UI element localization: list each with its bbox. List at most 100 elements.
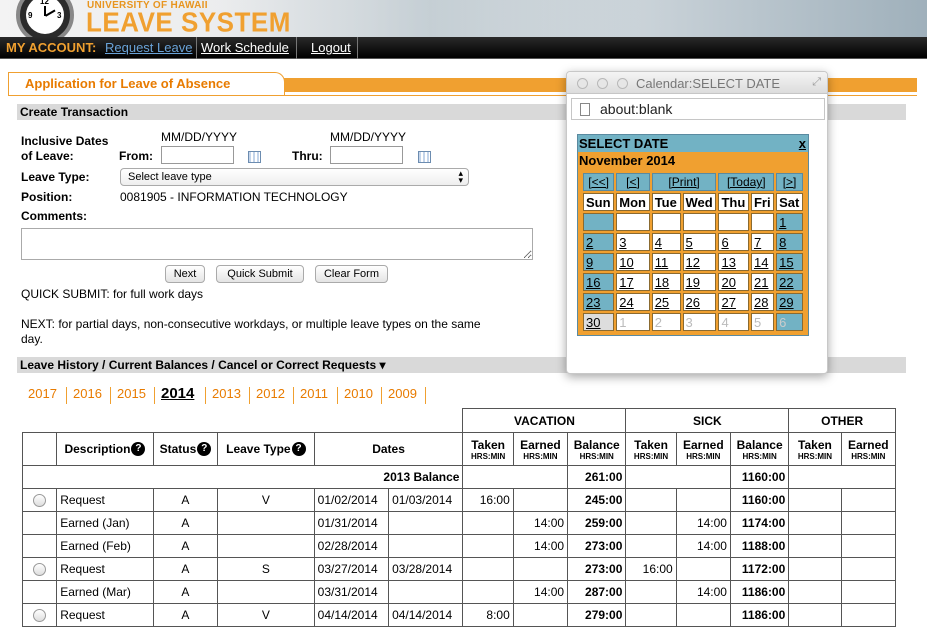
calendar-day[interactable]: 21 <box>750 273 775 291</box>
year-tab-2013[interactable]: 2013 <box>212 386 241 401</box>
clear-form-button[interactable]: Clear Form <box>315 265 388 283</box>
prev-month-link[interactable]: [<] <box>626 175 640 189</box>
from-date-input[interactable] <box>161 146 234 164</box>
calendar-day[interactable]: 9 <box>583 253 615 271</box>
calendar-header: SELECT DATE x <box>578 135 808 152</box>
expand-icon[interactable]: ⤢ <box>812 76 821 89</box>
table-row: Request A S 03/27/2014 03/28/2014 273:00 16:00… <box>21 557 897 581</box>
row-status: A <box>152 534 219 558</box>
thru-calendar-icon[interactable] <box>418 151 431 163</box>
calendar-day[interactable]: 1 <box>776 213 803 231</box>
prior-balance-row: 2013 Balance 261:00 1160:00 <box>21 465 896 489</box>
year-tab-2012[interactable]: 2012 <box>256 386 285 401</box>
calendar-day[interactable]: 3 <box>616 233 650 251</box>
calendar-day-other-month[interactable]: 5 <box>750 313 775 331</box>
row-leave-type: V <box>217 603 315 627</box>
calendar-day[interactable]: 23 <box>583 293 615 311</box>
next-button[interactable]: Next <box>165 265 205 283</box>
prev-year-link[interactable]: [<<] <box>588 175 609 189</box>
description-help-icon[interactable]: ? <box>131 442 146 457</box>
calendar-day[interactable]: 20 <box>718 273 749 291</box>
calendar-day[interactable]: 22 <box>776 273 803 291</box>
calendar-day[interactable]: 2 <box>583 233 615 251</box>
row-sb: 1188:00 <box>729 534 790 558</box>
year-tab-2014[interactable]: 2014 <box>161 385 194 402</box>
calendar-day-other-month[interactable]: 1 <box>616 313 650 331</box>
calendar-day[interactable]: 30 <box>583 313 615 331</box>
row-ve: 14:00 <box>512 534 569 558</box>
calendar-day[interactable]: 8 <box>776 233 803 251</box>
calendar-day[interactable]: 19 <box>682 273 717 291</box>
comments-textarea[interactable] <box>21 228 533 260</box>
quick-submit-button[interactable]: Quick Submit <box>216 265 304 283</box>
window-close-icon[interactable] <box>577 78 588 89</box>
calendar-day-other-month[interactable]: 3 <box>682 313 717 331</box>
position-label: Position: <box>21 190 73 204</box>
next-month-link[interactable]: [>] <box>783 175 797 189</box>
calendar-day[interactable]: 6 <box>718 233 749 251</box>
calendar-day-other-month[interactable]: 2 <box>651 313 681 331</box>
leave-type-help-icon[interactable]: ? <box>291 442 306 457</box>
status-help-icon[interactable]: ? <box>197 442 212 457</box>
calendar-day[interactable]: 18 <box>651 273 681 291</box>
calendar-day[interactable]: 5 <box>682 233 717 251</box>
select-request-radio[interactable] <box>33 563 47 577</box>
nav-logout[interactable]: Logout <box>311 40 351 55</box>
row-date-from: 03/31/2014 <box>313 580 390 604</box>
calendar-day[interactable]: 11 <box>651 253 681 271</box>
row-date-from: 03/27/2014 <box>313 557 390 581</box>
window-zoom-icon[interactable] <box>617 78 628 89</box>
vac-balance-header: Balance HRS:MIN <box>567 432 627 466</box>
popup-titlebar[interactable]: Calendar:SELECT DATE ⤢ <box>567 72 827 94</box>
calendar-day[interactable]: 26 <box>682 293 717 311</box>
row-date-from: 04/14/2014 <box>313 603 390 627</box>
calendar-close-link[interactable]: x <box>799 136 806 151</box>
nav-request-leave[interactable]: Request Leave <box>105 40 192 55</box>
sick-group-header: SICK <box>625 408 790 433</box>
select-request-radio[interactable] <box>33 609 47 623</box>
calendar-day[interactable]: 14 <box>750 253 775 271</box>
calendar-day[interactable]: 4 <box>651 233 681 251</box>
leave-type-select[interactable]: Select leave type ▴ ▾ <box>120 168 469 186</box>
calendar-day[interactable]: 15 <box>776 253 803 271</box>
quick-submit-note: QUICK SUBMIT: for full work days <box>21 287 204 301</box>
year-tab-2011[interactable]: 2011 <box>300 386 328 401</box>
year-tab-2009[interactable]: 2009 <box>388 386 417 401</box>
row-date-thru: 03/28/2014 <box>388 557 464 581</box>
calendar-week-row: 23 24 25 26 27 28 29 <box>583 293 803 311</box>
calendar-day-other-month[interactable]: 6 <box>776 313 803 331</box>
calendar-day[interactable]: 17 <box>616 273 650 291</box>
calendar-day[interactable]: 7 <box>750 233 775 251</box>
row-status: A <box>152 580 219 604</box>
calendar-day-other-month[interactable]: 4 <box>718 313 749 331</box>
row-date-thru <box>388 580 464 604</box>
nav-work-schedule[interactable]: Work Schedule <box>201 40 289 55</box>
year-tab-2015[interactable]: 2015 <box>117 386 146 401</box>
calendar-day[interactable]: 24 <box>616 293 650 311</box>
calendar-day[interactable]: 29 <box>776 293 803 311</box>
leave-type-header: Leave Type? <box>217 432 315 466</box>
calendar-day[interactable]: 16 <box>583 273 615 291</box>
calendar-day[interactable]: 28 <box>750 293 775 311</box>
from-label: From: <box>119 149 153 163</box>
today-link[interactable]: [Today] <box>727 175 766 189</box>
thru-date-input[interactable] <box>330 146 403 164</box>
calendar-day[interactable]: 13 <box>718 253 749 271</box>
popup-url-bar[interactable]: about:blank <box>571 98 825 120</box>
calendar-day[interactable]: 10 <box>616 253 650 271</box>
calendar-day[interactable]: 27 <box>718 293 749 311</box>
weekday-fri: Fri <box>750 193 775 211</box>
year-tab-2016[interactable]: 2016 <box>73 386 102 401</box>
window-minimize-icon[interactable] <box>597 78 608 89</box>
print-link[interactable]: [Print] <box>668 175 699 189</box>
status-header: Status? <box>152 432 219 466</box>
from-calendar-icon[interactable] <box>248 151 261 163</box>
dates-header: Dates <box>313 432 464 466</box>
calendar-day[interactable]: 25 <box>651 293 681 311</box>
row-description: Earned (Jan) <box>56 511 154 535</box>
select-request-radio[interactable] <box>33 494 47 508</box>
year-tab-2017[interactable]: 2017 <box>28 386 57 401</box>
calendar-day[interactable]: 12 <box>682 253 717 271</box>
row-st: 16:00 <box>625 557 677 581</box>
year-tab-2010[interactable]: 2010 <box>344 386 373 401</box>
